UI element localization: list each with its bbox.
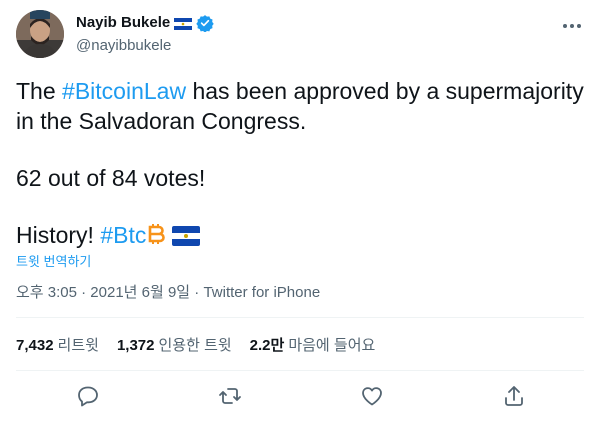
author-handle[interactable]: @nayibbukele: [76, 37, 171, 55]
divider: [16, 317, 584, 318]
quotes-stat[interactable]: 1,372 인용한 트윗: [117, 336, 232, 356]
retweets-stat[interactable]: 7,432 리트윗: [16, 336, 99, 356]
share-icon[interactable]: [502, 384, 526, 408]
more-options-icon[interactable]: [560, 14, 584, 38]
author-name[interactable]: Nayib Bukele: [76, 14, 170, 32]
action-bar: [0, 380, 600, 412]
translate-tweet-link[interactable]: 트윗 번역하기: [16, 251, 91, 270]
tweet-card: Nayib Bukele @nayibbukele The #BitcoinLa…: [0, 0, 600, 421]
retweet-icon[interactable]: [218, 384, 242, 408]
el-salvador-flag-emoji-icon: [172, 223, 201, 253]
tweet-stats: 7,432 리트윗 1,372 인용한 트윗 2.2만 마음에 들어요: [16, 336, 393, 356]
hashtag-bitcoinlaw[interactable]: #BitcoinLaw: [62, 78, 186, 104]
likes-stat[interactable]: 2.2만 마음에 들어요: [250, 336, 376, 356]
timestamp[interactable]: 오후 3:05 · 2021년 6월 9일: [16, 284, 190, 301]
client-link[interactable]: Twitter for iPhone: [203, 284, 320, 301]
tweet-text: The #BitcoinLaw has been approved by a s…: [16, 76, 586, 253]
tweet-line: in the Salvadoran Congress.: [16, 108, 307, 134]
tweet-line: The #BitcoinLaw has been approved by a s…: [16, 76, 586, 106]
reply-icon[interactable]: [76, 384, 100, 408]
divider: [16, 370, 584, 371]
likes-label: 마음에 들어요: [288, 337, 376, 354]
quotes-label: 인용한 트윗: [158, 337, 232, 354]
text-segment: History!: [16, 222, 101, 248]
retweets-label: 리트윗: [57, 337, 99, 354]
tweet-meta: 오후 3:05 · 2021년 6월 9일 · Twitter for iPho…: [16, 283, 320, 303]
profile-photo: [16, 10, 64, 58]
text-segment: has been approved by a supermajority: [186, 78, 584, 104]
hashtag-btc[interactable]: #Btc: [100, 222, 146, 248]
el-salvador-flag-icon: [174, 17, 193, 30]
tweet-line: History! #Btc: [16, 220, 586, 253]
author-row: Nayib Bukele: [76, 14, 214, 33]
text-segment: The: [16, 78, 63, 104]
bitcoin-emoji-icon: [146, 222, 166, 253]
tweet-line: 62 out of 84 votes!: [16, 165, 206, 191]
verified-badge-icon: [196, 14, 214, 33]
meta-separator: ·: [190, 284, 204, 301]
retweets-count: 7,432: [16, 337, 54, 354]
avatar[interactable]: [16, 10, 64, 58]
quotes-count: 1,372: [116, 337, 155, 354]
likes-count: 2.2만: [249, 337, 285, 354]
like-icon[interactable]: [360, 384, 384, 408]
